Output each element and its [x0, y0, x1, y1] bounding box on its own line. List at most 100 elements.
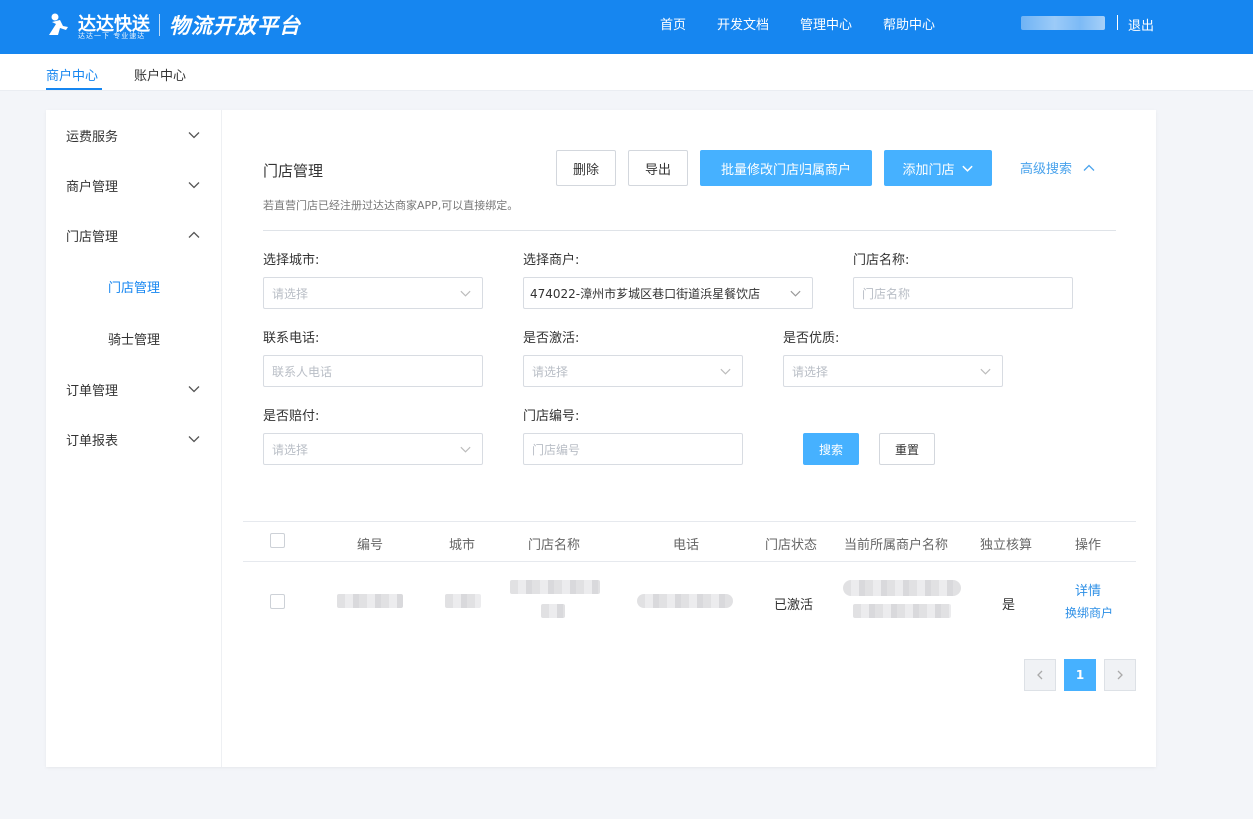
detail-link[interactable]: 详情	[1075, 580, 1101, 599]
batch-modify-merchant-button[interactable]: 批量修改门店归属商户	[700, 150, 872, 186]
quality-select[interactable]: 请选择	[783, 355, 1003, 387]
col-store-status: 门店状态	[765, 538, 818, 553]
rebind-merchant-link[interactable]: 换绑商户	[1065, 604, 1113, 621]
compensate-placeholder: 请选择	[272, 442, 309, 457]
chevron-up-icon	[1083, 164, 1095, 171]
store-id-redacted	[337, 594, 403, 608]
chevron-up-icon[interactable]	[187, 228, 201, 242]
active-tab-indicator	[46, 88, 102, 90]
chevron-down-icon	[460, 290, 471, 297]
col-id: 编号	[357, 538, 384, 553]
sidebar: 运费服务 商户管理 门店管理 门店管理 骑士管理 订单管理 订单报表	[46, 110, 222, 767]
chevron-down-icon[interactable]	[187, 432, 201, 446]
store-no-input[interactable]: 门店编号	[523, 433, 743, 465]
col-store-name: 门店名称	[528, 538, 581, 553]
sidebar-subitem-store-management[interactable]: 门店管理	[108, 277, 160, 296]
chevron-down-icon	[720, 368, 731, 375]
phone-redacted	[637, 594, 733, 608]
top-navbar: 达达快送 达达一下 专业速达 物流开放平台 首页 开发文档 管理中心 帮助中心 …	[0, 0, 1253, 54]
merchant-select[interactable]: 474022-漳州市芗城区巷口街道浜星餐饮店	[523, 277, 813, 309]
store-no-placeholder: 门店编号	[532, 442, 581, 457]
export-button[interactable]: 导出	[628, 150, 688, 186]
chevron-right-icon	[1117, 670, 1123, 680]
nav-dev-docs[interactable]: 开发文档	[717, 14, 769, 33]
merchant-select-value: 474022-漳州市芗城区巷口街道浜星餐饮店	[530, 286, 761, 301]
dada-logo-icon	[46, 12, 72, 38]
user-divider	[1117, 15, 1118, 30]
city-redacted	[445, 594, 481, 608]
delete-button[interactable]: 删除	[556, 150, 616, 186]
compensate-label: 是否赔付:	[263, 409, 320, 424]
col-merchant-name: 当前所属商户名称	[844, 538, 949, 553]
search-button[interactable]: 搜索	[803, 433, 859, 465]
chevron-down-icon	[980, 368, 991, 375]
header-divider	[263, 230, 1116, 231]
activated-label: 是否激活:	[523, 331, 580, 346]
page-1-button[interactable]: 1	[1064, 659, 1096, 691]
city-select[interactable]: 请选择	[263, 277, 483, 309]
col-independent-accounting: 独立核算	[980, 538, 1033, 553]
table-header: 编号 城市 门店名称 电话 门店状态 当前所属商户名称 独立核算 操作	[243, 521, 1136, 562]
reset-button[interactable]: 重置	[879, 433, 935, 465]
chevron-down-icon[interactable]	[187, 128, 201, 142]
chevron-down-icon	[790, 290, 801, 297]
main-nav: 首页 开发文档 管理中心 帮助中心	[660, 0, 966, 46]
sidebar-item-order[interactable]: 订单管理	[66, 380, 118, 399]
sidebar-subitem-rider-management[interactable]: 骑士管理	[108, 329, 160, 348]
logout-link[interactable]: 退出	[1128, 15, 1154, 34]
activated-placeholder: 请选择	[532, 364, 569, 379]
add-store-button[interactable]: 添加门店	[884, 150, 992, 186]
store-name-redacted	[510, 580, 600, 594]
page-title: 门店管理	[263, 162, 324, 180]
sidebar-item-store[interactable]: 门店管理	[66, 226, 118, 245]
quality-label: 是否优质:	[783, 331, 840, 346]
platform-title: 物流开放平台	[169, 14, 301, 38]
phone-label: 联系电话:	[263, 331, 320, 346]
next-page-button[interactable]	[1104, 659, 1136, 691]
merchant-name-redacted-2	[853, 604, 951, 618]
store-name-redacted-2	[541, 604, 565, 618]
store-no-label: 门店编号:	[523, 409, 580, 424]
logo[interactable]: 达达快送 达达一下 专业速达 物流开放平台	[46, 10, 301, 40]
logo-divider	[159, 14, 160, 36]
store-name-placeholder: 门店名称	[862, 286, 911, 301]
col-actions: 操作	[1075, 538, 1102, 553]
sidebar-item-merchant[interactable]: 商户管理	[66, 176, 118, 195]
merchant-name-redacted	[843, 580, 961, 596]
city-select-placeholder: 请选择	[272, 286, 309, 301]
prev-page-button[interactable]	[1024, 659, 1056, 691]
tab-merchant-center[interactable]: 商户中心	[46, 65, 98, 84]
nav-management-center[interactable]: 管理中心	[800, 14, 852, 33]
sub-navbar: 商户中心 账户中心	[0, 54, 1253, 91]
phone-placeholder: 联系人电话	[272, 364, 333, 379]
select-all-checkbox[interactable]	[270, 533, 285, 548]
merchant-label: 选择商户:	[523, 253, 580, 268]
col-city: 城市	[449, 538, 476, 553]
add-store-label: 添加门店	[902, 162, 955, 178]
quality-placeholder: 请选择	[792, 364, 829, 379]
row-checkbox[interactable]	[270, 594, 285, 609]
activated-select[interactable]: 请选择	[523, 355, 743, 387]
chevron-down-icon[interactable]	[187, 382, 201, 396]
sidebar-item-freight[interactable]: 运费服务	[66, 126, 118, 145]
main-content: 门店管理 删除 导出 批量修改门店归属商户 添加门店 高级搜索 若直营门店已经注…	[223, 110, 1156, 767]
advanced-search-toggle[interactable]: 高级搜索	[1020, 158, 1096, 177]
store-name-input[interactable]: 门店名称	[853, 277, 1073, 309]
city-label: 选择城市:	[263, 253, 320, 268]
tab-account-center[interactable]: 账户中心	[134, 65, 186, 84]
store-name-label: 门店名称:	[853, 253, 910, 268]
binding-hint: 若直营门店已经注册过达达商家APP,可以直接绑定。	[263, 199, 519, 212]
compensate-select[interactable]: 请选择	[263, 433, 483, 465]
phone-input[interactable]: 联系人电话	[263, 355, 483, 387]
chevron-down-icon	[460, 446, 471, 453]
content-panel: 运费服务 商户管理 门店管理 门店管理 骑士管理 订单管理 订单报表 门店管理 …	[46, 110, 1156, 767]
advanced-search-label: 高级搜索	[1020, 162, 1073, 177]
nav-home[interactable]: 首页	[660, 14, 686, 33]
chevron-down-icon[interactable]	[187, 178, 201, 192]
chevron-left-icon	[1037, 670, 1043, 680]
chevron-down-icon	[961, 165, 973, 172]
sidebar-item-order-report[interactable]: 订单报表	[66, 430, 118, 449]
store-status: 已激活	[774, 598, 814, 613]
user-account-name[interactable]	[1021, 16, 1105, 30]
nav-help-center[interactable]: 帮助中心	[883, 14, 935, 33]
